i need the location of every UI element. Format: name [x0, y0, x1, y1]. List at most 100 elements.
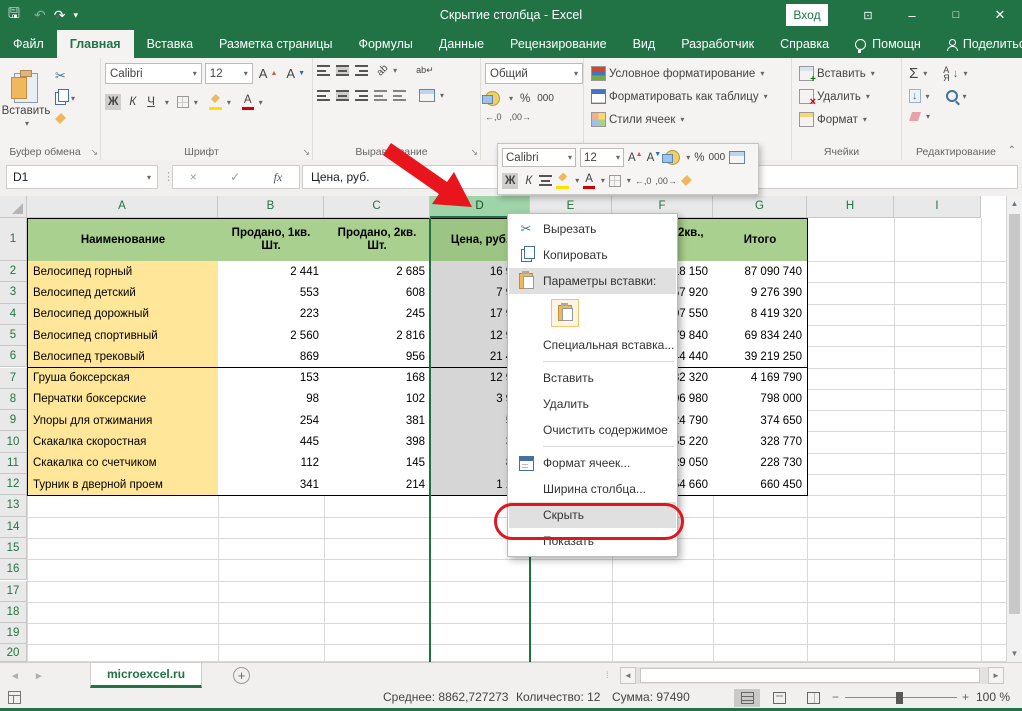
zoom-out-icon[interactable]: −	[832, 690, 839, 704]
horizontal-scroll-thumb[interactable]	[640, 668, 980, 683]
tab-разработчик[interactable]: Разработчик	[668, 30, 767, 58]
row-header-19[interactable]: 19	[0, 623, 27, 644]
next-sheet-icon[interactable]: ►	[34, 671, 44, 682]
cell-A7[interactable]: Груша боксерская	[27, 368, 219, 390]
cell-B8[interactable]: 98	[218, 389, 325, 411]
normal-view-button[interactable]	[734, 689, 760, 707]
cell-C6[interactable]: 956	[324, 346, 431, 368]
comma-style-button[interactable]: 000	[537, 93, 554, 104]
mini-merge-icon[interactable]	[729, 151, 745, 164]
collapse-ribbon-icon[interactable]: ⌃	[1008, 145, 1016, 156]
cell-C3[interactable]: 608	[324, 282, 431, 304]
row-header-18[interactable]: 18	[0, 602, 27, 623]
number-format-select[interactable]: Общий▾	[485, 63, 583, 84]
cell-B10[interactable]: 445	[218, 431, 325, 453]
tab-вид[interactable]: Вид	[620, 30, 669, 58]
orientation-button[interactable]: ab▾	[374, 63, 400, 78]
cell-G9[interactable]: 374 650	[713, 410, 808, 432]
page-break-view-button[interactable]	[800, 689, 826, 707]
cut-button[interactable]: ✂	[52, 66, 78, 86]
paste-option-button[interactable]	[551, 299, 579, 327]
minimize-button[interactable]: –	[890, 0, 934, 30]
font-name-select[interactable]: Calibri▾	[105, 63, 202, 84]
page-layout-view-button[interactable]	[766, 689, 792, 707]
cell-A4[interactable]: Велосипед дорожный	[27, 304, 219, 326]
mini-format-painter-icon[interactable]	[681, 175, 692, 186]
insert-function-icon[interactable]: fx	[274, 170, 283, 185]
row-header-16[interactable]: 16	[0, 559, 27, 580]
cell-C7[interactable]: 168	[324, 368, 431, 390]
cell-G10[interactable]: 328 770	[713, 431, 808, 453]
tab-формулы[interactable]: Формулы	[345, 30, 425, 58]
align-bottom-icon[interactable]	[355, 65, 368, 76]
format-painter-button[interactable]	[52, 111, 78, 126]
cell-A11[interactable]: Скакалка со счетчиком	[27, 453, 219, 475]
row-header-3[interactable]: 3	[0, 282, 27, 303]
mini-percent-icon[interactable]: %	[694, 152, 704, 164]
scroll-down-icon[interactable]: ▼	[1007, 646, 1022, 662]
menu-item-delete[interactable]: Удалить	[509, 391, 676, 417]
row-header-7[interactable]: 7	[0, 368, 27, 389]
mini-italic-button[interactable]: К	[522, 173, 535, 189]
clipboard-dialog-launcher-icon[interactable]: ↘	[90, 147, 98, 158]
row-header-9[interactable]: 9	[0, 410, 27, 431]
cell-C5[interactable]: 2 816	[324, 325, 431, 347]
clear-button[interactable]: ▾	[906, 110, 933, 123]
cell-A12[interactable]: Турник в дверной проем	[27, 474, 219, 496]
mini-bold-button[interactable]: Ж	[502, 173, 518, 189]
vertical-scroll-thumb[interactable]	[1009, 214, 1020, 614]
column-header-A[interactable]: A	[27, 196, 218, 218]
ribbon-display-options-icon[interactable]: ⊡	[846, 0, 890, 30]
cell-A9[interactable]: Упоры для отжимания	[27, 410, 219, 432]
cell-A8[interactable]: Перчатки боксерские	[27, 389, 219, 411]
align-top-icon[interactable]	[317, 65, 330, 76]
cell-G8[interactable]: 798 000	[713, 389, 808, 411]
tab-разметка страницы[interactable]: Разметка страницы	[206, 30, 345, 58]
column-header-C[interactable]: C	[324, 196, 430, 218]
column-header-B[interactable]: B	[218, 196, 324, 218]
cell-C1[interactable]: Продано, 2кв. Шт.	[324, 218, 431, 262]
font-dialog-launcher-icon[interactable]: ↘	[302, 147, 310, 158]
prev-sheet-icon[interactable]: ◄	[10, 671, 20, 682]
menu-item-insert[interactable]: Вставить	[509, 365, 676, 391]
cell-G3[interactable]: 9 276 390	[713, 282, 808, 304]
underline-button[interactable]: Ч	[144, 94, 158, 110]
scroll-up-icon[interactable]: ▲	[1007, 196, 1022, 212]
cell-A2[interactable]: Велосипед горный	[27, 261, 219, 283]
tab-рецензирование[interactable]: Рецензирование	[497, 30, 620, 58]
align-center-icon[interactable]	[336, 90, 349, 101]
mini-borders-icon[interactable]	[609, 175, 621, 187]
sheet-tab-active[interactable]: microexcel.ru	[90, 663, 202, 688]
cell-B6[interactable]: 869	[218, 346, 325, 368]
scroll-right-icon[interactable]: ►	[988, 667, 1004, 684]
cell-B9[interactable]: 254	[218, 410, 325, 432]
menu-item-copy[interactable]: Копировать	[509, 242, 676, 268]
scroll-left-icon[interactable]: ◄	[620, 667, 636, 684]
column-header-H[interactable]: H	[807, 196, 894, 218]
alignment-dialog-launcher-icon[interactable]: ↘	[470, 147, 478, 158]
mini-accounting-icon[interactable]	[665, 150, 680, 165]
name-box[interactable]: D1▾	[6, 165, 158, 189]
cell-C10[interactable]: 398	[324, 431, 431, 453]
new-sheet-icon[interactable]: +	[233, 667, 250, 684]
decrease-indent-icon[interactable]	[374, 90, 387, 101]
increase-indent-icon[interactable]	[393, 90, 406, 101]
row-header-5[interactable]: 5	[0, 325, 27, 346]
menu-item-column-width[interactable]: Ширина столбца...	[509, 476, 676, 502]
cell-C12[interactable]: 214	[324, 474, 431, 496]
fill-button[interactable]: ↓▾	[906, 87, 933, 105]
tab-главная[interactable]: Главная	[57, 30, 134, 58]
macro-record-icon[interactable]	[8, 691, 21, 704]
cell-A6[interactable]: Велосипед трековый	[27, 346, 219, 368]
cell-G4[interactable]: 8 419 320	[713, 304, 808, 326]
column-header-G[interactable]: G	[713, 196, 807, 218]
mini-font-size-select[interactable]: 12▾	[580, 148, 624, 167]
row-header-4[interactable]: 4	[0, 304, 27, 325]
tab-данные[interactable]: Данные	[426, 30, 497, 58]
tab-помощн[interactable]: Помощн	[842, 30, 934, 58]
find-select-button[interactable]: ▾	[943, 88, 970, 104]
cell-A3[interactable]: Велосипед детский	[27, 282, 219, 304]
enter-icon[interactable]: ✓	[230, 170, 240, 184]
row-header-17[interactable]: 17	[0, 581, 27, 602]
cell-C11[interactable]: 145	[324, 453, 431, 475]
